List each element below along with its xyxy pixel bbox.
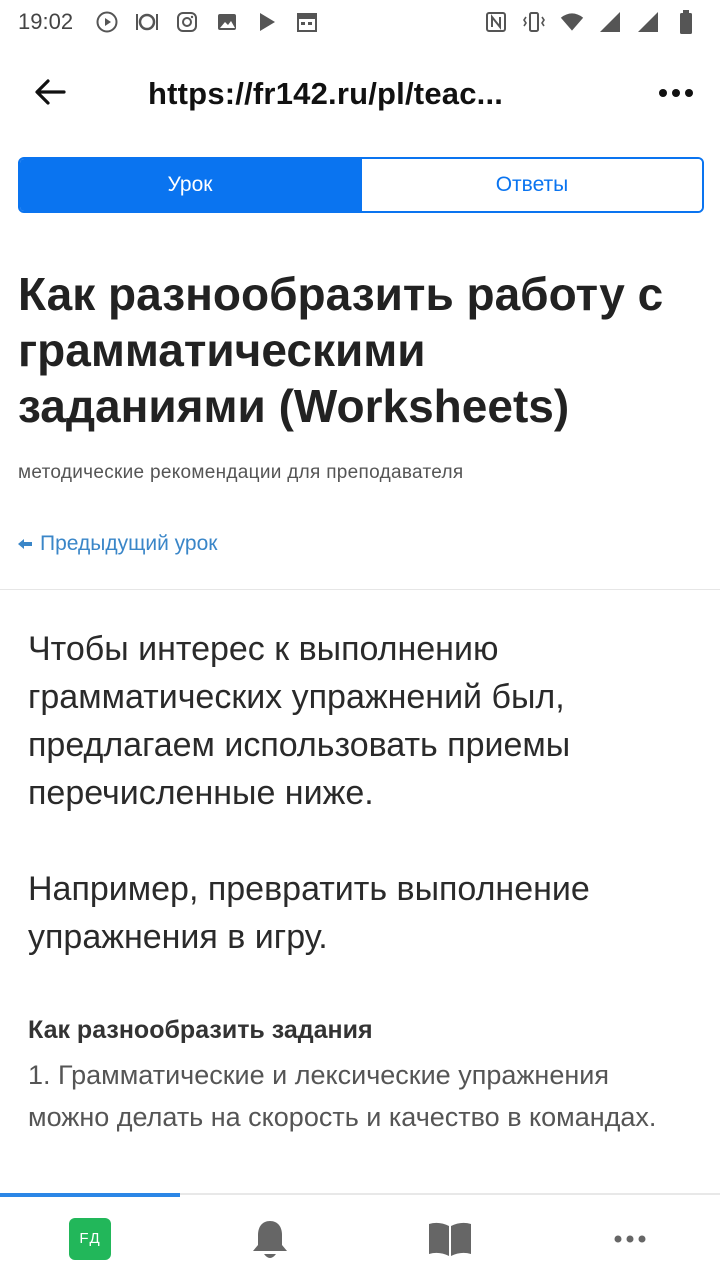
back-button[interactable] — [30, 72, 70, 112]
more-button[interactable] — [656, 78, 696, 108]
section-heading: Как разнообразить задания — [28, 1016, 373, 1044]
instagram-icon — [175, 10, 199, 34]
reading-progress — [0, 1193, 720, 1197]
bottom-nav: FД — [0, 1197, 720, 1280]
play-circle-icon — [95, 10, 119, 34]
tab-answers[interactable]: Ответы — [360, 159, 702, 211]
arrow-left-icon — [35, 79, 66, 105]
signal-icon — [598, 10, 622, 34]
page-title-line: Как разнообразить работу с — [18, 268, 664, 320]
image-icon — [215, 10, 239, 34]
status-bar: 19:02 — [0, 0, 720, 44]
calendar-icon — [295, 10, 319, 34]
nav-library[interactable] — [360, 1197, 540, 1280]
bell-icon — [253, 1220, 287, 1258]
previous-lesson-label: Предыдущий урок — [40, 532, 218, 555]
nav-profile[interactable]: FД — [0, 1197, 180, 1280]
status-left: 19:02 — [18, 9, 319, 35]
status-right — [484, 10, 698, 34]
arrow-left-small-icon — [18, 539, 32, 549]
intro-line: упражнения в игру. — [28, 918, 328, 956]
nav-more[interactable] — [540, 1197, 720, 1280]
page-title-line: грамматическими — [18, 324, 426, 376]
page-title-line: заданиями (Worksheets) — [18, 380, 570, 432]
nav-notifications[interactable] — [180, 1197, 360, 1280]
vibrate-icon — [522, 10, 546, 34]
lesson-intro: Чтобы интерес к выполнению грамматически… — [28, 625, 698, 961]
previous-lesson-link[interactable]: Предыдущий урок — [18, 532, 217, 556]
more-dots-icon — [659, 89, 693, 97]
restaurant-icon — [135, 10, 159, 34]
intro-line: предлагаем использовать приемы — [28, 726, 571, 764]
section-line: 1. Грамматические и лексические упражнен… — [28, 1060, 609, 1090]
url-text[interactable]: https://fr142.ru/pl/teac... — [148, 76, 503, 112]
intro-paragraph: Чтобы интерес к выполнению грамматически… — [28, 625, 698, 817]
battery-icon — [674, 10, 698, 34]
status-time: 19:02 — [18, 9, 74, 34]
page-subtitle: методические рекомендации для преподават… — [18, 462, 464, 483]
signal-icon-2 — [636, 10, 660, 34]
more-dots-icon — [614, 1235, 646, 1242]
tab-lesson[interactable]: Урок — [20, 159, 360, 211]
section-text: 1. Грамматические и лексические упражнен… — [28, 1054, 708, 1138]
nfc-icon — [484, 10, 508, 34]
browser-toolbar: https://fr142.ru/pl/teac... — [0, 58, 720, 130]
divider — [0, 589, 720, 590]
intro-paragraph: Например, превратить выполнение упражнен… — [28, 865, 698, 961]
section-line: можно делать на скорость и качество в ко… — [28, 1102, 657, 1132]
lesson-tabs: Урок Ответы — [18, 157, 704, 213]
avatar: FД — [69, 1217, 111, 1260]
intro-line: перечисленные ниже. — [28, 774, 374, 812]
play-store-icon — [255, 10, 279, 34]
intro-line: Чтобы интерес к выполнению — [28, 630, 499, 668]
book-icon — [429, 1222, 471, 1256]
page-title: Как разнообразить работу с грамматически… — [18, 266, 718, 434]
intro-line: Например, превратить выполнение — [28, 870, 590, 908]
intro-line: грамматических упражнений был, — [28, 678, 565, 716]
wifi-icon — [560, 10, 584, 34]
